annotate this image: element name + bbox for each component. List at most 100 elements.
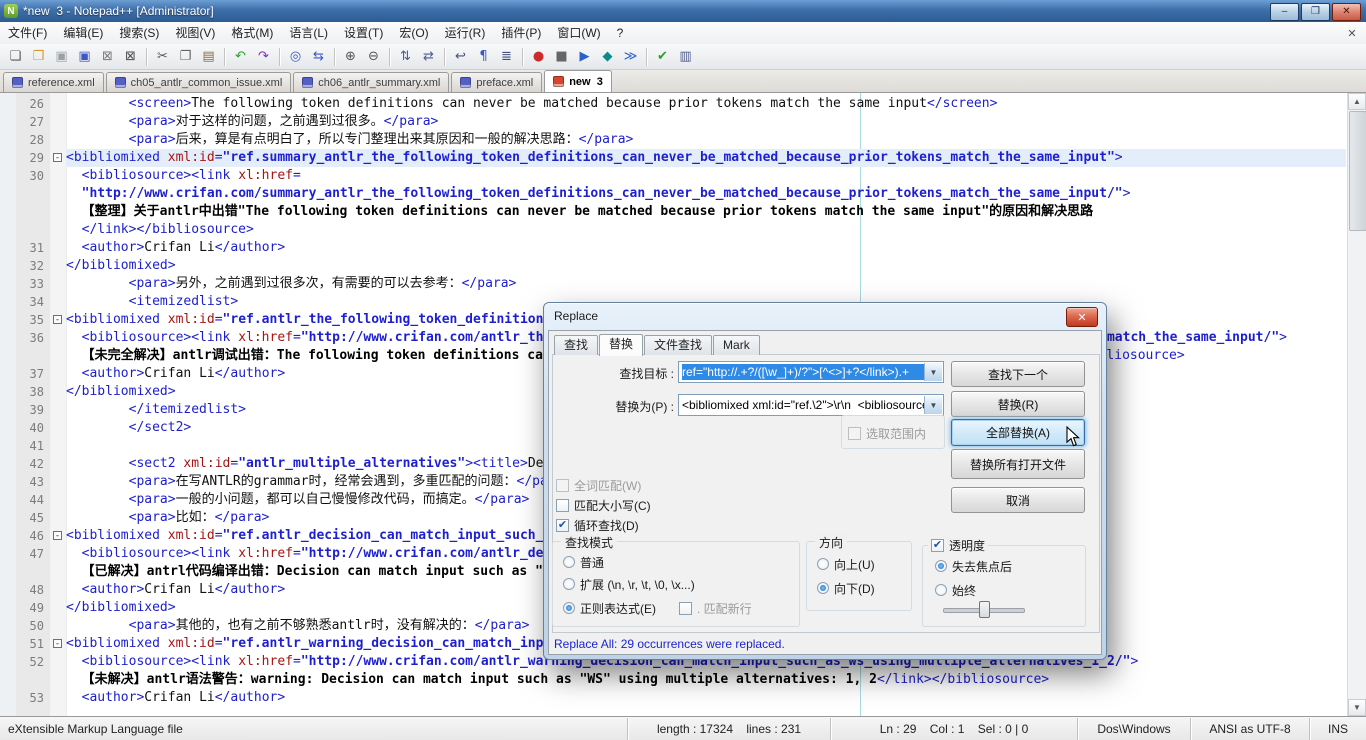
spell-check-icon[interactable]: ✔ <box>652 47 673 67</box>
stop-macro-icon[interactable]: ■ <box>551 47 572 67</box>
zoom-in-icon[interactable]: ⊕ <box>340 47 361 67</box>
save-all-icon[interactable]: ▣ <box>74 47 95 67</box>
find-dropdown-button[interactable]: ▼ <box>924 363 942 381</box>
find-what-combo[interactable]: ref="http://.+?/([\w_]+)/?">[^<>]+?</lin… <box>678 361 944 383</box>
menu-item-macro[interactable]: 宏(O) <box>391 22 436 44</box>
fold-margin-cell <box>50 581 66 599</box>
open-folder-icon[interactable]: ❒ <box>28 47 49 67</box>
menu-item-window[interactable]: 窗口(W) <box>549 22 608 44</box>
menu-bar: 文件(F) 编辑(E) 搜索(S) 视图(V) 格式(M) 语言(L) 设置(T) 宏(O) 运… <box>0 22 1366 45</box>
minimize-button[interactable]: – <box>1270 3 1299 21</box>
transparency-always-radio[interactable]: 始终 <box>935 582 976 598</box>
find-next-button[interactable]: 查找下一个 <box>951 361 1085 387</box>
new-file-icon[interactable]: ❏ <box>5 47 26 67</box>
redo-icon[interactable]: ↷ <box>253 47 274 67</box>
direction-down-radio[interactable]: 向下(D) <box>817 580 875 596</box>
dialog-tab-查找[interactable]: 查找 <box>554 335 599 355</box>
checkbox-label: 循环查找(D) <box>574 518 639 533</box>
replace-icon[interactable]: ⇆ <box>308 47 329 67</box>
fold-collapse-icon[interactable]: - <box>53 639 62 649</box>
menu-item-search[interactable]: 搜索(S) <box>111 22 167 44</box>
fold-margin-cell <box>50 167 66 185</box>
word-wrap-icon[interactable]: ↩ <box>450 47 471 67</box>
dialog-tab-Mark[interactable]: Mark <box>713 335 760 355</box>
menu-item-format[interactable]: 格式(M) <box>223 22 281 44</box>
fold-collapse-icon[interactable]: - <box>53 531 62 541</box>
restore-button[interactable]: ❐ <box>1301 3 1330 21</box>
dialog-close-button[interactable]: ✕ <box>1066 307 1098 327</box>
wrap-around-checkbox[interactable]: ✔ 循环查找(D) <box>556 517 639 533</box>
replace-dropdown-button[interactable]: ▼ <box>924 396 942 414</box>
tab-new3[interactable]: new 3 <box>544 70 612 92</box>
replace-with-combo[interactable]: <bibliomixed xml:id="ref.\2">\r\n <bibli… <box>678 394 944 416</box>
close-all-icon[interactable]: ⊠ <box>120 47 141 67</box>
close-document-icon[interactable]: ✕ <box>1344 25 1360 41</box>
menu-item-settings[interactable]: 设置(T) <box>336 22 391 44</box>
title-bar[interactable]: N *new 3 - Notepad++ [Administrator] – ❐… <box>0 0 1366 22</box>
normal-mode-radio[interactable]: 普通 <box>563 554 604 570</box>
replace-all-button[interactable]: 全部替换(A) <box>951 419 1085 446</box>
sync-vertical-icon[interactable]: ⇅ <box>395 47 416 67</box>
replace-all-open-docs-button[interactable]: 替换所有打开文件 <box>951 449 1085 479</box>
find-icon[interactable]: ◎ <box>285 47 306 67</box>
fold-collapse-icon[interactable]: - <box>53 153 62 163</box>
transparency-slider[interactable] <box>941 600 1045 618</box>
code-segment: 【未解决】antlr语法警告：warning: Decision can mat… <box>81 672 877 687</box>
dot-matches-newline-checkbox[interactable]: . 匹配新行 <box>679 600 752 616</box>
dialog-tab-替换[interactable]: 替换 <box>599 334 644 356</box>
copy-icon[interactable]: ❐ <box>175 47 196 67</box>
save-macro-icon[interactable]: ◆ <box>597 47 618 67</box>
paste-icon[interactable]: ▤ <box>198 47 219 67</box>
scroll-up-icon[interactable]: ▲ <box>1348 93 1366 110</box>
code-segment: > <box>1114 150 1123 165</box>
scroll-down-icon[interactable]: ▼ <box>1348 699 1366 716</box>
document-map-icon[interactable]: ▥ <box>675 47 696 67</box>
menu-item-edit[interactable]: 编辑(E) <box>55 22 111 44</box>
record-macro-icon[interactable]: ● <box>528 47 549 67</box>
indent-guide-icon[interactable]: ≣ <box>496 47 517 67</box>
code-segment: <author> <box>66 366 145 381</box>
code-segment: <bibliomixed <box>66 150 168 165</box>
sync-horizontal-icon[interactable]: ⇄ <box>418 47 439 67</box>
tab-reference[interactable]: reference.xml <box>3 72 104 92</box>
slider-thumb[interactable] <box>979 601 990 618</box>
play-macro-icon[interactable]: ▶ <box>574 47 595 67</box>
scrollbar-thumb[interactable] <box>1349 111 1366 231</box>
transparency-on-focus-lost-radio[interactable]: 失去焦点后 <box>935 558 1012 574</box>
menu-item-file[interactable]: 文件(F) <box>0 22 55 44</box>
close-button[interactable]: ✕ <box>1332 3 1361 21</box>
undo-icon[interactable]: ↶ <box>230 47 251 67</box>
cut-icon[interactable]: ✂ <box>152 47 173 67</box>
tab-label: reference.xml <box>28 76 95 89</box>
menu-item-view[interactable]: 视图(V) <box>167 22 223 44</box>
tab-ch06[interactable]: ch06_antlr_summary.xml <box>293 72 450 92</box>
menu-item-language[interactable]: 语言(L) <box>281 22 336 44</box>
menu-item-run[interactable]: 运行(R) <box>437 22 494 44</box>
menu-item-plugins[interactable]: 插件(P) <box>493 22 549 44</box>
transparency-checkbox[interactable]: ✔ 透明度 <box>928 537 989 553</box>
match-case-checkbox[interactable]: 匹配大小写(C) <box>556 497 651 513</box>
dialog-tab-文件查找[interactable]: 文件查找 <box>644 335 713 355</box>
code-segment: </para> <box>461 276 517 291</box>
menu-item-help[interactable]: ? <box>609 22 632 44</box>
code-segment: xl:href <box>238 546 293 561</box>
tab-ch05[interactable]: ch05_antlr_common_issue.xml <box>105 72 292 92</box>
extended-mode-radio[interactable]: 扩展 (\n, \r, \t, \0, \x...) <box>563 576 695 592</box>
up-arrow-icon: ▲ <box>1353 97 1361 106</box>
vertical-scrollbar[interactable]: ▲ ▼ <box>1347 93 1366 716</box>
replace-button[interactable]: 替换(R) <box>951 391 1085 417</box>
down-arrow-icon: ▼ <box>1353 703 1361 712</box>
code-segment: </para> <box>474 492 530 507</box>
fold-collapse-icon[interactable]: - <box>53 315 62 325</box>
whole-word-checkbox[interactable]: 全词匹配(W) <box>556 477 641 493</box>
tab-preface[interactable]: preface.xml <box>451 72 543 92</box>
direction-up-radio[interactable]: 向上(U) <box>817 556 875 572</box>
in-selection-checkbox[interactable]: 选取范围内 <box>848 425 926 441</box>
run-macro-multiple-icon[interactable]: ≫ <box>620 47 641 67</box>
save-icon[interactable]: ▣ <box>51 47 72 67</box>
show-all-characters-icon[interactable]: ¶ <box>473 47 494 67</box>
close-file-icon[interactable]: ⊠ <box>97 47 118 67</box>
regex-mode-radio[interactable]: 正则表达式(E) <box>563 600 656 616</box>
cancel-button[interactable]: 取消 <box>951 487 1085 513</box>
zoom-out-icon[interactable]: ⊖ <box>363 47 384 67</box>
